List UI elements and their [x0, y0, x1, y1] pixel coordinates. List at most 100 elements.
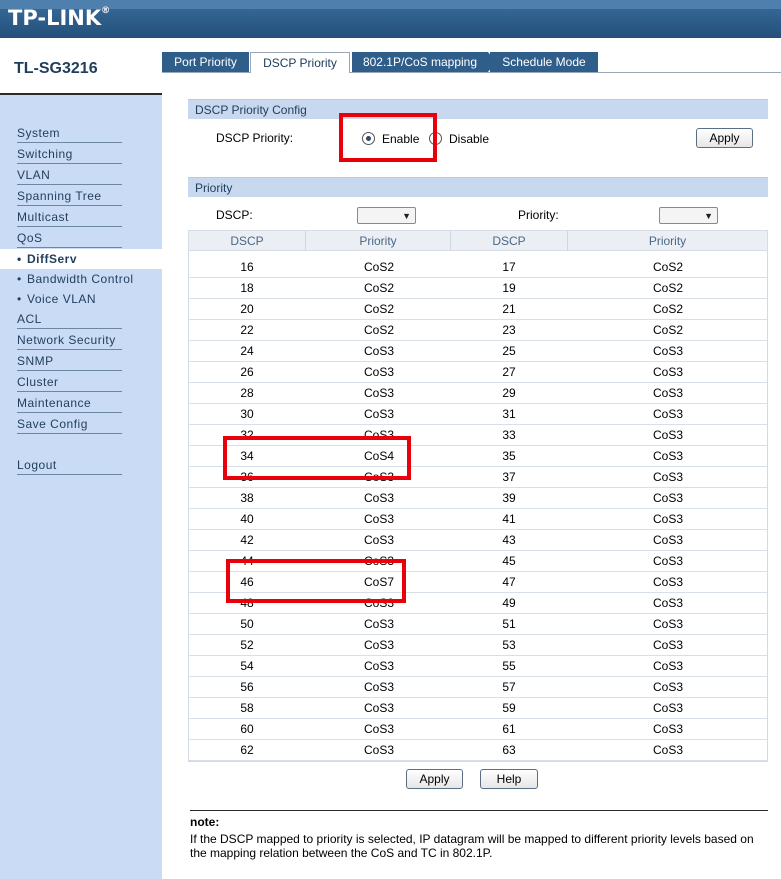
priority-cell: CoS3 [363, 743, 395, 757]
bullet-icon: • [17, 252, 22, 266]
sidebar-subitem-label: Bandwidth Control [27, 272, 134, 286]
header-stripe [0, 0, 781, 9]
sidebar-subitem-diffserv[interactable]: • DiffServ [0, 249, 162, 269]
priority-table[interactable]: 16 CoS2 17 CoS2 18 CoS2 19 CoS2 20 CoS2 21 CoS2 22 Co… [188, 251, 768, 762]
priority-cell: CoS3 [652, 680, 684, 694]
priority-cell: CoS3 [363, 365, 395, 379]
priority-cell: CoS3 [652, 449, 684, 463]
sidebar-item-maintenance[interactable]: Maintenance [17, 393, 122, 413]
sidebar-item-system[interactable]: System [17, 123, 122, 143]
sidebar-item-acl[interactable]: ACL [17, 309, 122, 329]
table-row: 58 CoS3 59 CoS3 [189, 698, 767, 719]
table-row: 20 CoS2 21 CoS2 [189, 299, 767, 320]
dscp-cell: 18 [240, 281, 254, 295]
priority-cell: CoS2 [652, 323, 684, 337]
priority-cell: CoS3 [652, 575, 684, 589]
table-row: 26 CoS3 27 CoS3 [189, 362, 767, 383]
priority-cell: CoS2 [652, 302, 684, 316]
table-row: 24 CoS3 25 CoS3 [189, 341, 767, 362]
sidebar-item-cluster[interactable]: Cluster [17, 372, 122, 392]
sidebar-item-switching[interactable]: Switching [17, 144, 122, 164]
dscp-cell: 49 [502, 596, 516, 610]
column-header-dscp: DSCP [189, 231, 306, 251]
note-title: note: [190, 815, 220, 829]
tab-8021p-cos-mapping[interactable]: 802.1P/CoS mapping [352, 52, 496, 72]
table-row: 28 CoS3 29 CoS3 [189, 383, 767, 404]
dscp-cell: 30 [240, 407, 254, 421]
sidebar-item-spanning-tree[interactable]: Spanning Tree [17, 186, 122, 206]
dscp-cell: 58 [240, 701, 254, 715]
dscp-cell: 38 [240, 491, 254, 505]
priority-select[interactable]: ▼ [659, 207, 718, 224]
sidebar-item-vlan[interactable]: VLAN [17, 165, 122, 185]
brand-registered-mark: ® [101, 6, 111, 16]
tab-schedule-mode[interactable]: Schedule Mode [490, 52, 598, 72]
tab-label: Schedule Mode [502, 55, 586, 69]
priority-cell: CoS3 [652, 533, 684, 547]
priority-section-header: Priority [188, 177, 768, 197]
config-apply-button[interactable]: Apply [696, 128, 753, 148]
sidebar: System Switching VLAN Spanning Tree Mult… [0, 95, 162, 879]
priority-cell: CoS3 [652, 491, 684, 505]
priority-cell: CoS3 [363, 344, 395, 358]
dscp-cell: 42 [240, 533, 254, 547]
priority-cell: CoS3 [652, 428, 684, 442]
model-band: TL-SG3216 [0, 38, 162, 95]
dscp-cell: 33 [502, 428, 516, 442]
dscp-cell: 41 [502, 512, 516, 526]
priority-cell: CoS3 [652, 365, 684, 379]
priority-cell: CoS3 [652, 512, 684, 526]
dscp-cell: 60 [240, 722, 254, 736]
table-header: DSCP Priority DSCP Priority [188, 230, 768, 251]
sidebar-item-network-security[interactable]: Network Security [17, 330, 122, 350]
priority-cell: CoS3 [652, 596, 684, 610]
tab-bar: Port Priority DSCP Priority 802.1P/CoS m… [162, 52, 781, 73]
dscp-cell: 26 [240, 365, 254, 379]
dscp-cell: 39 [502, 491, 516, 505]
sidebar-subitem-voice-vlan[interactable]: • Voice VLAN [17, 289, 96, 309]
table-row: 56 CoS3 57 CoS3 [189, 677, 767, 698]
dscp-cell: 25 [502, 344, 516, 358]
tab-port-priority[interactable]: Port Priority [162, 52, 249, 72]
sidebar-item-save-config[interactable]: Save Config [17, 414, 122, 434]
sidebar-item-logout[interactable]: Logout [17, 455, 122, 475]
sidebar-item-qos[interactable]: QoS [17, 228, 122, 248]
table-row: 62 CoS3 63 CoS3 [189, 740, 767, 761]
tab-label: 802.1P/CoS mapping [362, 55, 478, 69]
chevron-down-icon: ▼ [402, 211, 411, 221]
dscp-cell: 59 [502, 701, 516, 715]
dscp-cell: 16 [240, 260, 254, 274]
dscp-cell: 57 [502, 680, 516, 694]
dscp-select[interactable]: ▼ [357, 207, 416, 224]
dscp-cell: 56 [240, 680, 254, 694]
priority-cell: CoS3 [363, 491, 395, 505]
dscp-cell: 17 [502, 260, 516, 274]
table-row: 50 CoS3 51 CoS3 [189, 614, 767, 635]
table-row: 40 CoS3 41 CoS3 [189, 509, 767, 530]
table-row: 52 CoS3 53 CoS3 [189, 635, 767, 656]
priority-cell: CoS3 [652, 659, 684, 673]
dscp-cell: 43 [502, 533, 516, 547]
priority-cell: CoS3 [363, 638, 395, 652]
table-row: 30 CoS3 31 CoS3 [189, 404, 767, 425]
table-apply-button[interactable]: Apply [406, 769, 463, 789]
dscp-cell: 23 [502, 323, 516, 337]
sidebar-subitem-label: DiffServ [27, 252, 78, 266]
sidebar-item-multicast[interactable]: Multicast [17, 207, 122, 227]
priority-cell: CoS2 [363, 323, 395, 337]
dscp-filter-label: DSCP: [216, 208, 253, 222]
priority-cell: CoS3 [652, 386, 684, 400]
tab-dscp-priority[interactable]: DSCP Priority [250, 52, 350, 73]
dscp-cell: 47 [502, 575, 516, 589]
priority-cell: CoS2 [363, 302, 395, 316]
highlight-box-row-46 [226, 559, 406, 603]
column-header-priority: Priority [306, 231, 451, 251]
priority-cell: CoS3 [363, 617, 395, 631]
model-name: TL-SG3216 [14, 60, 98, 77]
help-button[interactable]: Help [480, 769, 538, 789]
sidebar-item-snmp[interactable]: SNMP [17, 351, 122, 371]
brand-logo: TP-LINK® [8, 6, 110, 30]
dscp-cell: 29 [502, 386, 516, 400]
column-header-dscp: DSCP [451, 231, 568, 251]
sidebar-subitem-bandwidth-control[interactable]: • Bandwidth Control [17, 269, 134, 289]
